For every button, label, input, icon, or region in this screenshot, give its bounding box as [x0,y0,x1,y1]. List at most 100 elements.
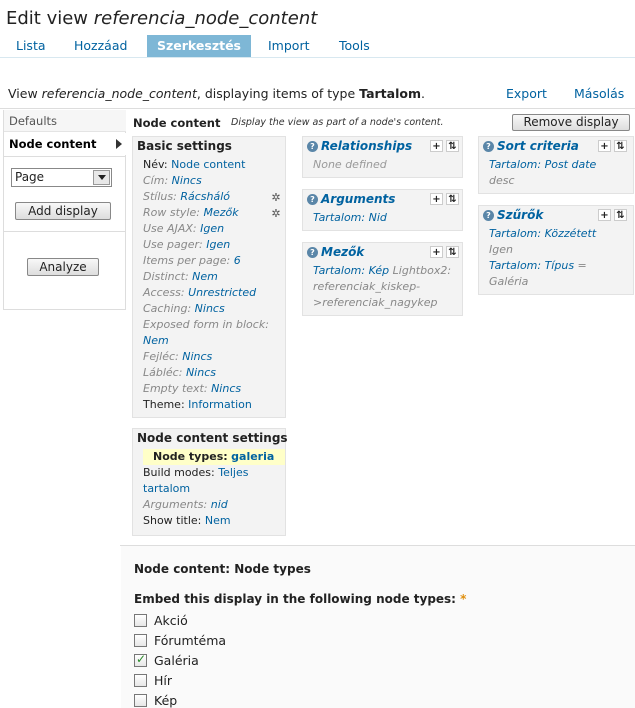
add-icon[interactable]: + [430,140,443,152]
setting-row-title[interactable]: Cím: Nincs [143,173,202,189]
setting-value[interactable]: Nem [205,514,231,527]
sort-criteria-title[interactable]: ? Sort criteria [483,139,579,153]
setting-value[interactable]: Information [188,398,252,411]
setting-row-style[interactable]: Stílus: Rácsháló [143,189,230,205]
filter-item-value: Galéria [489,275,529,288]
rearrange-icon[interactable]: ⇅ [446,140,459,152]
setting-value[interactable]: Mezők [203,206,238,219]
checkbox-checked[interactable] [134,652,147,667]
field-item[interactable]: Tartalom: Kép Lightbox2: [313,263,451,279]
rearrange-icon[interactable]: ⇅ [614,209,627,221]
rearrange-icon[interactable]: ⇅ [446,246,459,258]
setting-row-ajax[interactable]: Use AJAX: Igen [143,221,224,237]
display-tab-node-content[interactable]: Node content [4,133,126,155]
setting-value[interactable]: Nincs [172,174,202,187]
setting-value[interactable]: Nem [192,270,218,283]
setting-value[interactable]: Nincs [186,366,216,379]
setting-row-name[interactable]: Név: Node content [143,157,245,173]
filter-item[interactable]: Tartalom: Típus = [489,258,587,274]
display-type-select[interactable]: Page [11,168,112,187]
setting-row-build-modes-cont[interactable]: tartalom [143,481,190,497]
masolas-link[interactable]: Másolás [574,86,624,101]
setting-row-build-modes[interactable]: Build modes: Teljes [143,465,248,481]
filters-title[interactable]: ? Szűrők [483,208,543,222]
setting-value[interactable]: Nem [143,334,169,347]
fields-title-label: Mezők [321,245,365,259]
arguments-title[interactable]: ? Arguments [307,192,395,206]
add-display-button[interactable]: Add display [15,202,111,220]
tab-tools[interactable]: Tools [331,35,378,57]
checkbox[interactable] [134,694,147,707]
checkbox[interactable] [134,614,147,627]
setting-value[interactable]: galeria [231,450,274,463]
setting-value[interactable]: 6 [234,254,241,267]
add-icon[interactable]: + [598,209,611,221]
setting-value[interactable]: Nincs [182,350,212,363]
help-icon[interactable]: ? [483,210,494,221]
view-description: View referencia_node_content, displaying… [8,86,425,101]
setting-value[interactable]: Node content [171,158,245,171]
node-type-label: Hír [154,673,173,688]
setting-row-items-per-page[interactable]: Items per page: 6 [143,253,241,269]
checkbox[interactable] [134,674,147,687]
remove-display-button[interactable]: Remove display [512,114,630,131]
gear-icon[interactable]: ✲ [270,208,282,220]
setting-label: Node types: [153,450,228,463]
checkbox[interactable] [134,634,147,647]
fields-title[interactable]: ? Mezők [307,245,364,259]
tab-lista[interactable]: Lista [8,35,54,57]
sort-item[interactable]: Tartalom: Post date [489,157,596,173]
setting-row-distinct[interactable]: Distinct: Nem [143,269,218,285]
setting-row-arguments[interactable]: Arguments: nid [143,497,228,513]
help-icon[interactable]: ? [307,141,318,152]
setting-row-exposed-form-value[interactable]: Nem [143,333,169,349]
display-tab-defaults[interactable]: Defaults [4,110,126,132]
setting-row-empty-text[interactable]: Empty text: Nincs [143,381,241,397]
setting-value[interactable]: Igen [206,238,230,251]
relationships-empty: None defined [313,158,387,171]
filter-item-link[interactable]: Tartalom: Közzétett [489,227,596,240]
setting-row-node-types[interactable]: Node types: galeria [143,449,285,465]
analyze-button[interactable]: Analyze [27,258,99,276]
setting-value[interactable]: Teljes [218,466,248,479]
page-title-prefix: Edit view [6,8,94,29]
setting-value[interactable]: tartalom [143,482,190,495]
help-icon[interactable]: ? [483,141,494,152]
view-desc-middle: , displaying items of type [196,86,360,101]
setting-row-show-title[interactable]: Show title: Nem [143,513,231,529]
filter-item[interactable]: Tartalom: Közzétett [489,226,596,242]
setting-value[interactable]: Unrestricted [188,286,256,299]
add-icon[interactable]: + [430,193,443,205]
setting-row-exposed-form[interactable]: Exposed form in block: [143,317,269,333]
tab-hozzaad[interactable]: Hozzáad [66,35,135,57]
setting-value[interactable]: Rácsháló [180,190,230,203]
rearrange-icon[interactable]: ⇅ [446,193,459,205]
sort-item-link[interactable]: Tartalom: Post date [489,158,596,171]
help-icon[interactable]: ? [307,194,318,205]
filter-item-link[interactable]: Tartalom: Típus [489,259,574,272]
setting-value[interactable]: Nincs [195,302,225,315]
field-item-link[interactable]: Tartalom: Kép [313,264,389,277]
tab-szerkesztes[interactable]: Szerkesztés [147,35,251,57]
setting-row-caching[interactable]: Caching: Nincs [143,301,225,317]
setting-row-footer[interactable]: Lábléc: Nincs [143,365,216,381]
argument-item-link[interactable]: Tartalom: Nid [313,211,387,224]
setting-value[interactable]: Nincs [211,382,241,395]
setting-row-row-style[interactable]: Row style: Mezők [143,205,239,221]
tab-import[interactable]: Import [260,35,318,57]
setting-value[interactable]: Igen [200,222,224,235]
add-icon[interactable]: + [430,246,443,258]
add-icon[interactable]: + [598,140,611,152]
help-icon[interactable]: ? [307,247,318,258]
setting-row-theme[interactable]: Theme: Information [143,397,252,413]
setting-row-header[interactable]: Fejléc: Nincs [143,349,212,365]
relationships-title[interactable]: ? Relationships [307,139,412,153]
export-link[interactable]: Export [506,86,547,101]
setting-row-pager[interactable]: Use pager: Igen [143,237,230,253]
argument-item[interactable]: Tartalom: Nid [313,210,387,226]
gear-icon[interactable]: ✲ [270,192,282,204]
setting-row-access[interactable]: Access: Unrestricted [143,285,256,301]
setting-value[interactable]: nid [211,498,228,511]
rearrange-icon[interactable]: ⇅ [614,140,627,152]
arguments-panel: ? Arguments + ⇅ Tartalom: Nid [302,189,463,231]
